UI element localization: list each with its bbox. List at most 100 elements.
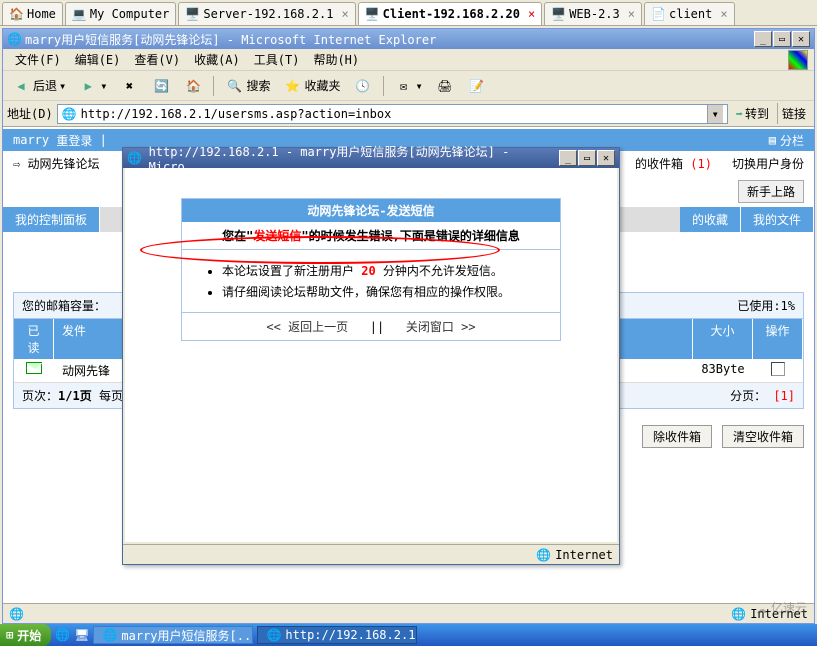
stop-button[interactable]: ✖ — [115, 74, 143, 98]
ie-icon: 🌐 — [266, 628, 281, 642]
print-icon: 🖨 — [435, 76, 455, 96]
popup-titlebar: 🌐 http://192.168.2.1 - marry用户短信服务[动网先锋论… — [123, 148, 619, 168]
taskbar-item[interactable]: 🌐http://192.168.2.1 ... — [257, 626, 417, 644]
quicklaunch-ie-icon[interactable]: 🌐 — [55, 628, 70, 642]
error-subtitle: 您在"发送短信"的时候发生错误,下面是错误的详细信息 — [182, 222, 560, 250]
page-links[interactable]: 分页： [1] — [730, 387, 795, 404]
tab-client[interactable]: 🖥️Client-192.168.2.20× — [358, 2, 543, 25]
ie-menubar: 文件(F) 编辑(E) 查看(V) 收藏(A) 工具(T) 帮助(H) — [3, 49, 814, 71]
server-icon: 🖥️ — [551, 7, 565, 21]
popup-content: 动网先锋论坛-发送短信 您在"发送短信"的时候发生错误,下面是错误的详细信息 本… — [125, 168, 617, 542]
back-button[interactable]: ◀后退▾ — [7, 74, 70, 98]
minimize-button[interactable]: _ — [754, 31, 772, 47]
mail-button[interactable]: ✉▾ — [390, 74, 427, 98]
page-icon: 🌐 — [62, 107, 77, 121]
close-button[interactable]: ✕ — [792, 31, 810, 47]
error-body: 本论坛设置了新注册用户 20 分钟内不允许发短信。 请仔细阅读论坛帮助文件，确保… — [182, 250, 560, 313]
delete-inbox-button[interactable]: 除收件箱 — [642, 425, 712, 448]
tab-my-files[interactable]: 我的文件 — [741, 207, 814, 232]
start-button[interactable]: ⊞开始 — [0, 624, 51, 646]
links-button[interactable]: 链接 — [777, 103, 810, 124]
menu-favorites[interactable]: 收藏(A) — [188, 49, 246, 70]
history-button[interactable]: 🕓 — [349, 74, 377, 98]
quicklaunch-desktop-icon[interactable]: 🖥 — [74, 628, 89, 642]
close-icon[interactable]: × — [528, 7, 535, 21]
error-title: 动网先锋论坛-发送短信 — [182, 199, 560, 222]
ie-icon: 🌐 — [7, 32, 21, 46]
minimize-button[interactable]: _ — [559, 150, 577, 166]
history-icon: 🕓 — [353, 76, 373, 96]
ie-addressbar: 地址(D) 🌐 http://192.168.2.1/usersms.asp?a… — [3, 101, 814, 127]
zone-icon: 🌐 — [536, 548, 551, 562]
address-dropdown[interactable]: ▾ — [707, 105, 723, 123]
maximize-button[interactable]: ▭ — [578, 150, 596, 166]
close-icon[interactable]: × — [628, 7, 635, 21]
size-cell: 83Byte — [693, 359, 753, 382]
tab-web23[interactable]: 🖥️WEB-2.3× — [544, 2, 642, 25]
go-icon: ➡ — [736, 107, 743, 121]
error-item-2: 请仔细阅读论坛帮助文件，确保您有相应的操作权限。 — [222, 283, 540, 300]
mail-icon: ✉ — [394, 76, 414, 96]
home-icon: 🏠 — [9, 7, 23, 21]
print-button[interactable]: 🖨 — [431, 74, 459, 98]
menu-tools[interactable]: 工具(T) — [248, 49, 306, 70]
menu-file[interactable]: 文件(F) — [9, 49, 67, 70]
tab-control-panel[interactable]: 我的控制面板 — [3, 207, 100, 232]
popup-statusbar: 🌐 Internet — [123, 544, 619, 564]
username: marry — [13, 133, 49, 147]
col-size: 大小 — [693, 319, 753, 359]
split-label[interactable]: 分栏 — [780, 132, 804, 149]
edit-button[interactable]: 📝 — [463, 74, 491, 98]
tab-mycomputer[interactable]: 💻My Computer — [65, 2, 176, 25]
close-icon[interactable]: × — [720, 7, 727, 21]
windows-icon: ⊞ — [6, 628, 13, 642]
vm-tabs-bar: 🏠Home 💻My Computer 🖥️Server-192.168.2.1×… — [0, 0, 817, 26]
zone-icon: 🌐 — [731, 607, 746, 621]
page-info: 页次：1/1页 每页 — [22, 387, 123, 404]
go-button[interactable]: ➡转到 — [732, 103, 773, 124]
row-checkbox[interactable] — [771, 362, 785, 376]
computer-icon: 💻 — [72, 7, 86, 21]
maximize-button[interactable]: ▭ — [773, 31, 791, 47]
popup-window: 🌐 http://192.168.2.1 - marry用户短信服务[动网先锋论… — [122, 147, 620, 565]
forward-icon: ▶ — [78, 76, 98, 96]
ie-icon: 🌐 — [127, 151, 142, 165]
window-title: marry用户短信服务[动网先锋论坛] - Microsoft Internet… — [25, 31, 436, 48]
menu-view[interactable]: 查看(V) — [128, 49, 186, 70]
refresh-icon: 🔄 — [151, 76, 171, 96]
refresh-button[interactable]: 🔄 — [147, 74, 175, 98]
tab-home[interactable]: 🏠Home — [2, 2, 63, 25]
ie-titlebar: 🌐 marry用户短信服务[动网先锋论坛] - Microsoft Intern… — [3, 29, 814, 49]
close-window-link[interactable]: 关闭窗口 >> — [406, 320, 476, 334]
taskbar-item[interactable]: 🌐marry用户短信服务[... — [93, 626, 253, 644]
menu-edit[interactable]: 编辑(E) — [69, 49, 127, 70]
search-button[interactable]: 🔍搜索 — [220, 74, 274, 98]
dropdown-icon: ▾ — [416, 79, 423, 93]
address-input[interactable]: 🌐 http://192.168.2.1/usersms.asp?action=… — [57, 104, 728, 124]
clear-inbox-button[interactable]: 清空收件箱 — [722, 425, 804, 448]
forward-button[interactable]: ▶▾ — [74, 74, 111, 98]
tab-client-doc[interactable]: 📄client× — [644, 2, 735, 25]
close-button[interactable]: ✕ — [597, 150, 615, 166]
home-button[interactable]: 🏠 — [179, 74, 207, 98]
home-icon: 🏠 — [183, 76, 203, 96]
client-icon: 🖥️ — [365, 7, 379, 21]
mail-icon — [26, 362, 42, 374]
relogin-link[interactable]: 重登录 — [56, 132, 92, 149]
doc-icon: 📄 — [651, 7, 665, 21]
ie-icon: 🌐 — [102, 628, 117, 642]
search-icon: 🔍 — [224, 76, 244, 96]
status-icon: 🌐 — [9, 607, 24, 621]
server-icon: 🖥️ — [185, 7, 199, 21]
back-link[interactable]: << 返回上一页 — [266, 320, 348, 334]
favorites-button[interactable]: ⭐收藏夹 — [279, 74, 345, 98]
dropdown-icon: ▾ — [59, 79, 66, 93]
tab-favorites[interactable]: 的收藏 — [680, 207, 741, 232]
close-icon[interactable]: × — [341, 7, 348, 21]
tab-server[interactable]: 🖥️Server-192.168.2.1× — [178, 2, 355, 25]
address-label: 地址(D) — [7, 105, 53, 122]
newbie-button[interactable]: 新手上路 — [738, 180, 804, 203]
forum-breadcrumb[interactable]: ⇨ 动网先锋论坛 — [13, 155, 99, 172]
menu-help[interactable]: 帮助(H) — [307, 49, 365, 70]
zone-label: Internet — [555, 548, 613, 562]
